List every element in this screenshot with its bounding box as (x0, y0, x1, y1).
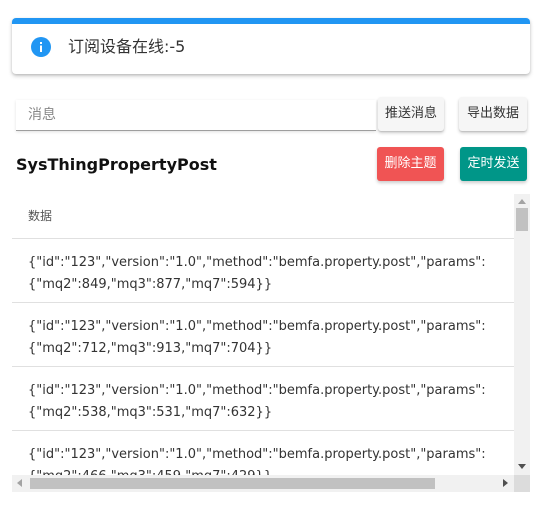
table-row: {"id":"123","version":"1.0","method":"be… (12, 303, 514, 367)
delete-topic-button[interactable]: 删除主题 (377, 147, 444, 181)
horizontal-scrollbar[interactable] (12, 475, 514, 492)
row-line-2: {"mq2":712,"mq3":913,"mq7":704}} (28, 341, 273, 356)
message-input[interactable] (16, 100, 376, 131)
row-line-1: {"id":"123","version":"1.0","method":"be… (28, 447, 486, 462)
table-row: {"id":"123","version":"1.0","method":"be… (12, 367, 514, 431)
scroll-up-icon[interactable] (518, 199, 526, 204)
scroll-left-icon[interactable] (17, 479, 22, 487)
scroll-right-icon[interactable] (503, 479, 508, 487)
row-line-2: {"mq2":538,"mq3":531,"mq7":632}} (28, 405, 273, 420)
row-line-2: {"mq2":849,"mq3":877,"mq7":594}} (28, 277, 273, 292)
scroll-down-icon[interactable] (518, 464, 526, 469)
horizontal-scroll-thumb[interactable] (30, 478, 435, 489)
timed-send-button[interactable]: 定时发送 (460, 147, 527, 181)
scrollbar-corner (514, 475, 530, 492)
export-data-button[interactable]: 导出数据 (459, 97, 527, 131)
table-header-data: 数据 (12, 194, 514, 239)
topic-title: SysThingPropertyPost (16, 155, 217, 174)
vertical-scrollbar[interactable] (514, 194, 530, 475)
push-message-button[interactable]: 推送消息 (378, 97, 444, 131)
row-line-1: {"id":"123","version":"1.0","method":"be… (28, 383, 486, 398)
online-alert: 订阅设备在线:-5 (12, 18, 530, 74)
alert-text: 订阅设备在线:-5 (68, 37, 186, 56)
alert-accent-bar (12, 18, 530, 24)
info-icon (31, 37, 51, 57)
table-row: {"id":"123","version":"1.0","method":"be… (12, 239, 514, 303)
row-line-1: {"id":"123","version":"1.0","method":"be… (28, 255, 486, 270)
vertical-scroll-thumb[interactable] (516, 208, 528, 231)
row-line-1: {"id":"123","version":"1.0","method":"be… (28, 319, 486, 334)
data-table: 数据 {"id":"123","version":"1.0","method":… (12, 194, 530, 492)
